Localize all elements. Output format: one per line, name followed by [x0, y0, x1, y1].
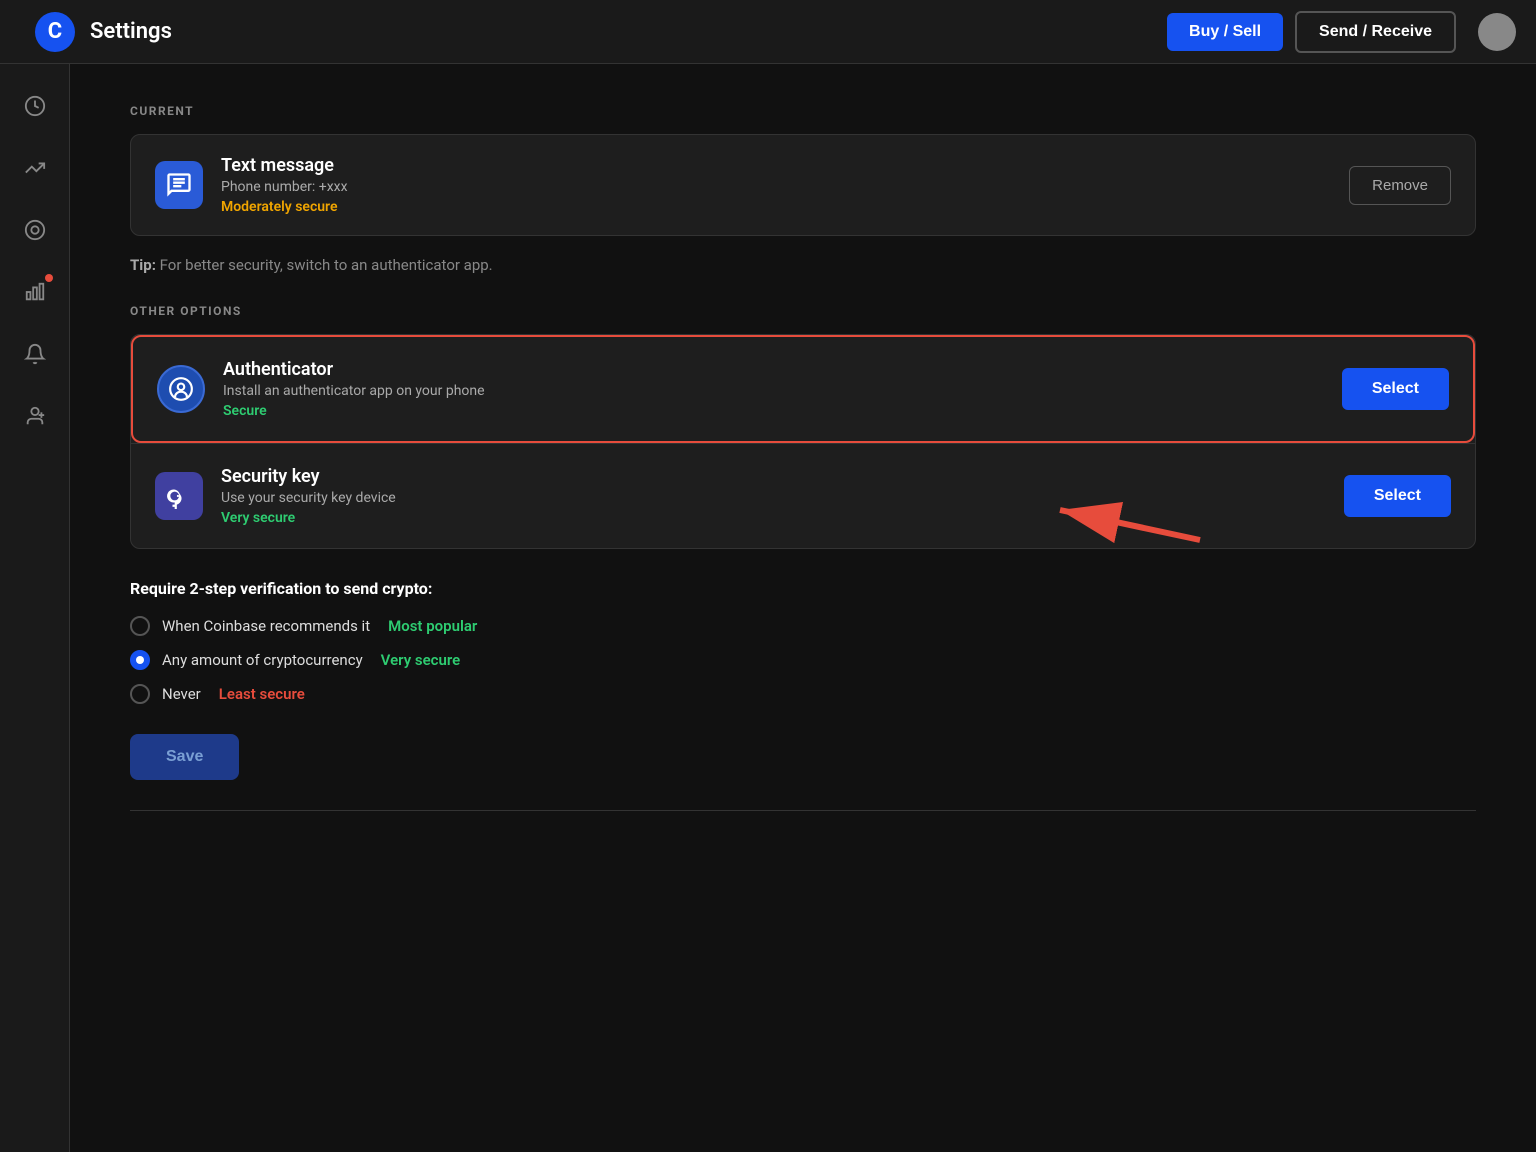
security-key-option-row: Security key Use your security key devic…: [131, 443, 1475, 548]
current-method-row: Text message Phone number: +xxx Moderate…: [155, 155, 1451, 215]
security-key-info: Security key Use your security key devic…: [221, 466, 1326, 526]
current-method-name: Text message: [221, 155, 1331, 176]
security-key-sub: Use your security key device: [221, 490, 1326, 506]
tip-prefix: Tip:: [130, 256, 156, 274]
save-button[interactable]: Save: [130, 734, 239, 780]
text-message-icon: [155, 161, 203, 209]
logo-container: C: [20, 12, 90, 52]
current-method-info: Text message Phone number: +xxx Moderate…: [221, 155, 1331, 215]
coinbase-logo: C: [35, 12, 75, 52]
most-popular-badge: Most popular: [388, 617, 477, 635]
verification-option-3-label: Never: [162, 685, 201, 703]
notification-badge: [45, 274, 53, 282]
current-method-card: Text message Phone number: +xxx Moderate…: [130, 134, 1476, 236]
other-options-card: Authenticator Install an authenticator a…: [130, 334, 1476, 549]
verification-option-1[interactable]: When Coinbase recommends it Most popular: [130, 616, 1476, 636]
other-options-label: OTHER OPTIONS: [130, 304, 1476, 318]
security-key-select-button[interactable]: Select: [1344, 475, 1451, 517]
sidebar-item-bar-chart[interactable]: [13, 270, 57, 314]
header-buttons: Buy / Sell Send / Receive: [1167, 11, 1516, 53]
authenticator-security-label: Secure: [223, 403, 1324, 419]
radio-when-coinbase[interactable]: [130, 616, 150, 636]
current-section-label: CURRENT: [130, 104, 1476, 118]
authenticator-icon: [157, 365, 205, 413]
authenticator-name: Authenticator: [223, 359, 1324, 380]
current-method-sub: Phone number: +xxx: [221, 179, 1331, 195]
authenticator-option-row: Authenticator Install an authenticator a…: [131, 335, 1475, 443]
security-key-icon: [155, 472, 203, 520]
security-key-name: Security key: [221, 466, 1326, 487]
sidebar-item-bell[interactable]: [13, 332, 57, 376]
sidebar-item-user[interactable]: [13, 394, 57, 438]
main-layout: CURRENT Text message Phone number: +xxx …: [0, 64, 1536, 1152]
radio-any-amount[interactable]: [130, 650, 150, 670]
header: C Settings Buy / Sell Send / Receive: [0, 0, 1536, 64]
authenticator-select-button[interactable]: Select: [1342, 368, 1449, 410]
current-security-label: Moderately secure: [221, 199, 1331, 215]
send-receive-button[interactable]: Send / Receive: [1295, 11, 1456, 53]
authenticator-sub: Install an authenticator app on your pho…: [223, 383, 1324, 399]
sidebar-item-circle[interactable]: [13, 208, 57, 252]
radio-never[interactable]: [130, 684, 150, 704]
very-secure-badge: Very secure: [381, 651, 461, 669]
tip-text: Tip: For better security, switch to an a…: [130, 256, 1476, 274]
sidebar-item-chart[interactable]: [13, 146, 57, 190]
bottom-divider: [130, 810, 1476, 811]
least-secure-badge: Least secure: [219, 685, 305, 703]
sidebar-item-clock[interactable]: [13, 84, 57, 128]
avatar[interactable]: [1478, 13, 1516, 51]
security-key-security-label: Very secure: [221, 510, 1326, 526]
buy-sell-button[interactable]: Buy / Sell: [1167, 13, 1283, 51]
sidebar: [0, 64, 70, 1152]
tip-content: For better security, switch to an authen…: [160, 256, 493, 274]
verification-option-3[interactable]: Never Least secure: [130, 684, 1476, 704]
verification-section: Require 2-step verification to send cryp…: [130, 579, 1476, 704]
page-title: Settings: [90, 19, 1167, 44]
remove-button[interactable]: Remove: [1349, 166, 1451, 205]
main-content: CURRENT Text message Phone number: +xxx …: [70, 64, 1536, 1152]
verification-title: Require 2-step verification to send cryp…: [130, 579, 1476, 598]
verification-option-1-label: When Coinbase recommends it: [162, 617, 370, 635]
verification-option-2-label: Any amount of cryptocurrency: [162, 651, 363, 669]
verification-option-2[interactable]: Any amount of cryptocurrency Very secure: [130, 650, 1476, 670]
authenticator-info: Authenticator Install an authenticator a…: [223, 359, 1324, 419]
